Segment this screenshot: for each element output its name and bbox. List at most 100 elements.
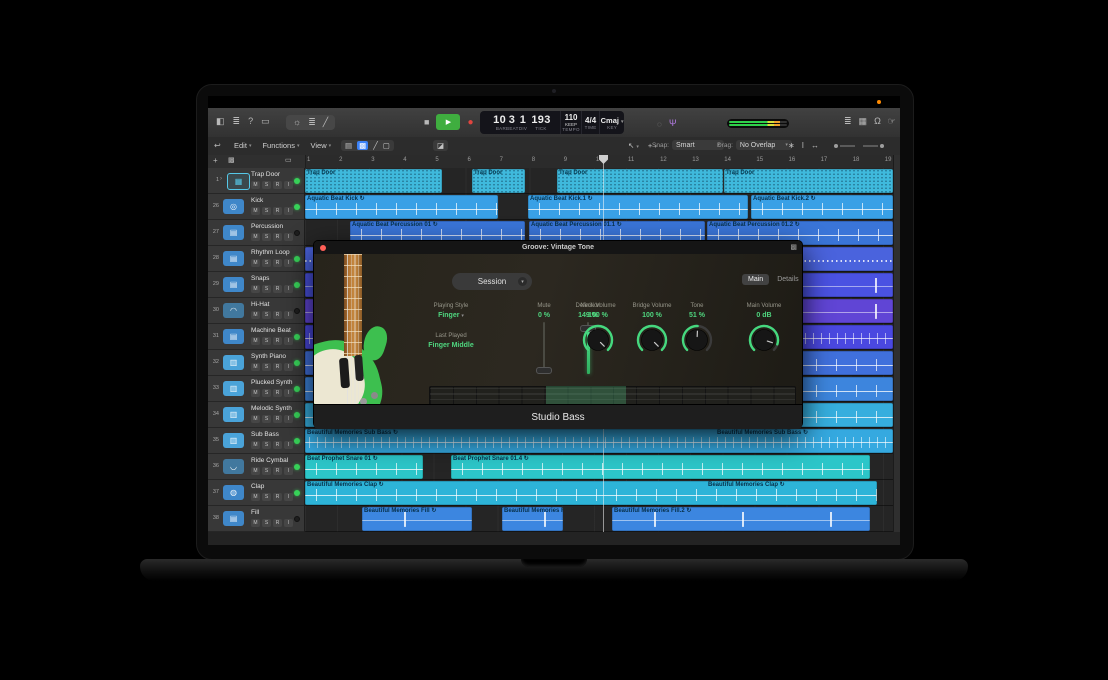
- disclosure-icon[interactable]: ›: [220, 176, 222, 182]
- region[interactable]: Trap Door: [557, 169, 723, 193]
- region[interactable]: Beautiful Memories Clap ↻Beautiful Memor…: [305, 481, 877, 505]
- tab-details[interactable]: Details: [771, 274, 802, 285]
- record-button[interactable]: ●: [467, 118, 473, 127]
- knob-bridge-volume[interactable]: [634, 322, 670, 363]
- track-header-sub-bass[interactable]: 35▥Sub BassMSRI: [208, 428, 304, 454]
- track-m-button[interactable]: M: [251, 207, 260, 215]
- stop-button[interactable]: ■: [424, 118, 429, 127]
- add-track-button[interactable]: +: [213, 157, 218, 165]
- track-i-button[interactable]: I: [284, 259, 293, 267]
- track-r-button[interactable]: R: [273, 207, 282, 215]
- track-i-button[interactable]: I: [284, 519, 293, 527]
- track-header-snaps[interactable]: 29▤SnapsMSRI: [208, 272, 304, 298]
- track-r-button[interactable]: R: [273, 181, 282, 189]
- track-m-button[interactable]: M: [251, 259, 260, 267]
- track-s-button[interactable]: S: [262, 389, 271, 397]
- inspector-icon[interactable]: ≣: [233, 117, 241, 126]
- grid-view-icon[interactable]: ▤: [345, 141, 352, 150]
- list-editors-icon[interactable]: ≣: [844, 117, 852, 126]
- toolbar-icon[interactable]: ▭: [261, 117, 270, 126]
- region[interactable]: Trap Door: [305, 169, 442, 193]
- track-i-button[interactable]: I: [284, 363, 293, 371]
- slider-handle-mute[interactable]: [536, 367, 552, 374]
- tab-main[interactable]: Main: [742, 274, 769, 285]
- bar-ruler[interactable]: + ▩ ▭ 12345678910111213141516171819: [208, 155, 900, 169]
- track-s-button[interactable]: S: [262, 259, 271, 267]
- global-tracks-button[interactable]: ▭: [285, 157, 292, 165]
- track-i-button[interactable]: I: [284, 337, 293, 345]
- region[interactable]: Beautiful Memories Sub Bass ↻Beautiful M…: [305, 429, 893, 453]
- track-i-button[interactable]: I: [284, 207, 293, 215]
- collapse-icon[interactable]: ↔: [811, 141, 819, 150]
- track-m-button[interactable]: M: [251, 415, 260, 423]
- track-header-fill[interactable]: 38▤FillMSRI: [208, 506, 304, 532]
- region[interactable]: Trap Door: [472, 169, 525, 193]
- track-r-button[interactable]: R: [273, 519, 282, 527]
- track-header-plucked-synth[interactable]: 33▥Plucked SynthMSRI: [208, 376, 304, 402]
- track-m-button[interactable]: M: [251, 519, 260, 527]
- track-m-button[interactable]: M: [251, 389, 260, 397]
- track-r-button[interactable]: R: [273, 259, 282, 267]
- lcd-display[interactable]: 10 3 1 193 BAR BEAT DIV TICK 110 KEEP: [480, 111, 624, 134]
- region[interactable]: Aquatic Beat Kick ↻: [305, 195, 498, 219]
- knob-tone[interactable]: [679, 322, 715, 363]
- track-header-machine-beat[interactable]: 31▤Machine BeatMSRI: [208, 324, 304, 350]
- functions-menu[interactable]: Functions▾: [262, 141, 299, 150]
- link-window-icon[interactable]: ▩: [790, 243, 797, 251]
- track-m-button[interactable]: M: [251, 441, 260, 449]
- track-i-button[interactable]: I: [284, 233, 293, 241]
- editors-icon[interactable]: ╱: [323, 118, 328, 127]
- view-menu[interactable]: View▾: [311, 141, 332, 150]
- track-s-button[interactable]: S: [262, 285, 271, 293]
- loop-browser-icon[interactable]: Ω: [874, 117, 881, 126]
- track-i-button[interactable]: I: [284, 415, 293, 423]
- region[interactable]: Aquatic Beat Kick.1 ↻: [528, 195, 748, 219]
- duplicate-track-button[interactable]: ▩: [228, 157, 235, 165]
- track-header-melodic-synth[interactable]: 34▥Melodic SynthMSRI: [208, 402, 304, 428]
- marquee-icon[interactable]: ▢: [383, 141, 390, 150]
- preset-menu[interactable]: Session ▾: [452, 273, 532, 290]
- track-s-button[interactable]: S: [262, 415, 271, 423]
- plugin-title-bar[interactable]: Groove: Vintage Tone ▩: [314, 241, 802, 255]
- monitoring-icon[interactable]: ◌: [657, 120, 662, 129]
- drag-menu[interactable]: No Overlap▾: [736, 140, 792, 150]
- region[interactable]: Beat Prophet Snare 01 ↻: [305, 455, 423, 479]
- track-i-button[interactable]: I: [284, 467, 293, 475]
- knob-main-volume[interactable]: [746, 322, 782, 363]
- note-pads-icon[interactable]: ▦: [859, 117, 868, 126]
- track-r-button[interactable]: R: [273, 415, 282, 423]
- play-button[interactable]: ▶: [436, 114, 460, 130]
- region[interactable]: Beautiful Memories Fill ↻: [362, 507, 472, 531]
- track-s-button[interactable]: S: [262, 467, 271, 475]
- track-s-button[interactable]: S: [262, 337, 271, 345]
- horizontal-zoom-slider[interactable]: [863, 144, 884, 148]
- region[interactable]: Beautiful Memories Fill.1 ↻: [502, 507, 563, 531]
- track-i-button[interactable]: I: [284, 389, 293, 397]
- playing-style-value[interactable]: Finger ▾: [416, 312, 486, 319]
- track-s-button[interactable]: S: [262, 493, 271, 501]
- track-s-button[interactable]: S: [262, 233, 271, 241]
- track-r-button[interactable]: R: [273, 337, 282, 345]
- mixer-icon[interactable]: ≣: [308, 118, 316, 127]
- track-r-button[interactable]: R: [273, 285, 282, 293]
- region[interactable]: Trap Door: [724, 169, 893, 193]
- track-i-button[interactable]: I: [284, 493, 293, 501]
- automation-icon[interactable]: ╱: [373, 141, 378, 150]
- track-header-rhythm-loop[interactable]: 28▤Rhythm LoopMSRI: [208, 246, 304, 272]
- track-m-button[interactable]: M: [251, 285, 260, 293]
- tuner-icon[interactable]: Ψ: [669, 119, 677, 128]
- track-s-button[interactable]: S: [262, 181, 271, 189]
- track-header-hi-hat[interactable]: 30◠Hi-HatMSRI: [208, 298, 304, 324]
- track-header-kick[interactable]: 26◎KickMSRI: [208, 194, 304, 220]
- track-m-button[interactable]: M: [251, 311, 260, 319]
- track-r-button[interactable]: R: [273, 467, 282, 475]
- edit-menu[interactable]: Edit▾: [234, 141, 251, 150]
- track-header-percussion[interactable]: 27▤PercussionMSRI: [208, 220, 304, 246]
- track-s-button[interactable]: S: [262, 441, 271, 449]
- track-i-button[interactable]: I: [284, 441, 293, 449]
- track-m-button[interactable]: M: [251, 493, 260, 501]
- track-r-button[interactable]: R: [273, 233, 282, 241]
- track-i-button[interactable]: I: [284, 285, 293, 293]
- track-m-button[interactable]: M: [251, 467, 260, 475]
- flex-icon[interactable]: ◪: [433, 140, 448, 151]
